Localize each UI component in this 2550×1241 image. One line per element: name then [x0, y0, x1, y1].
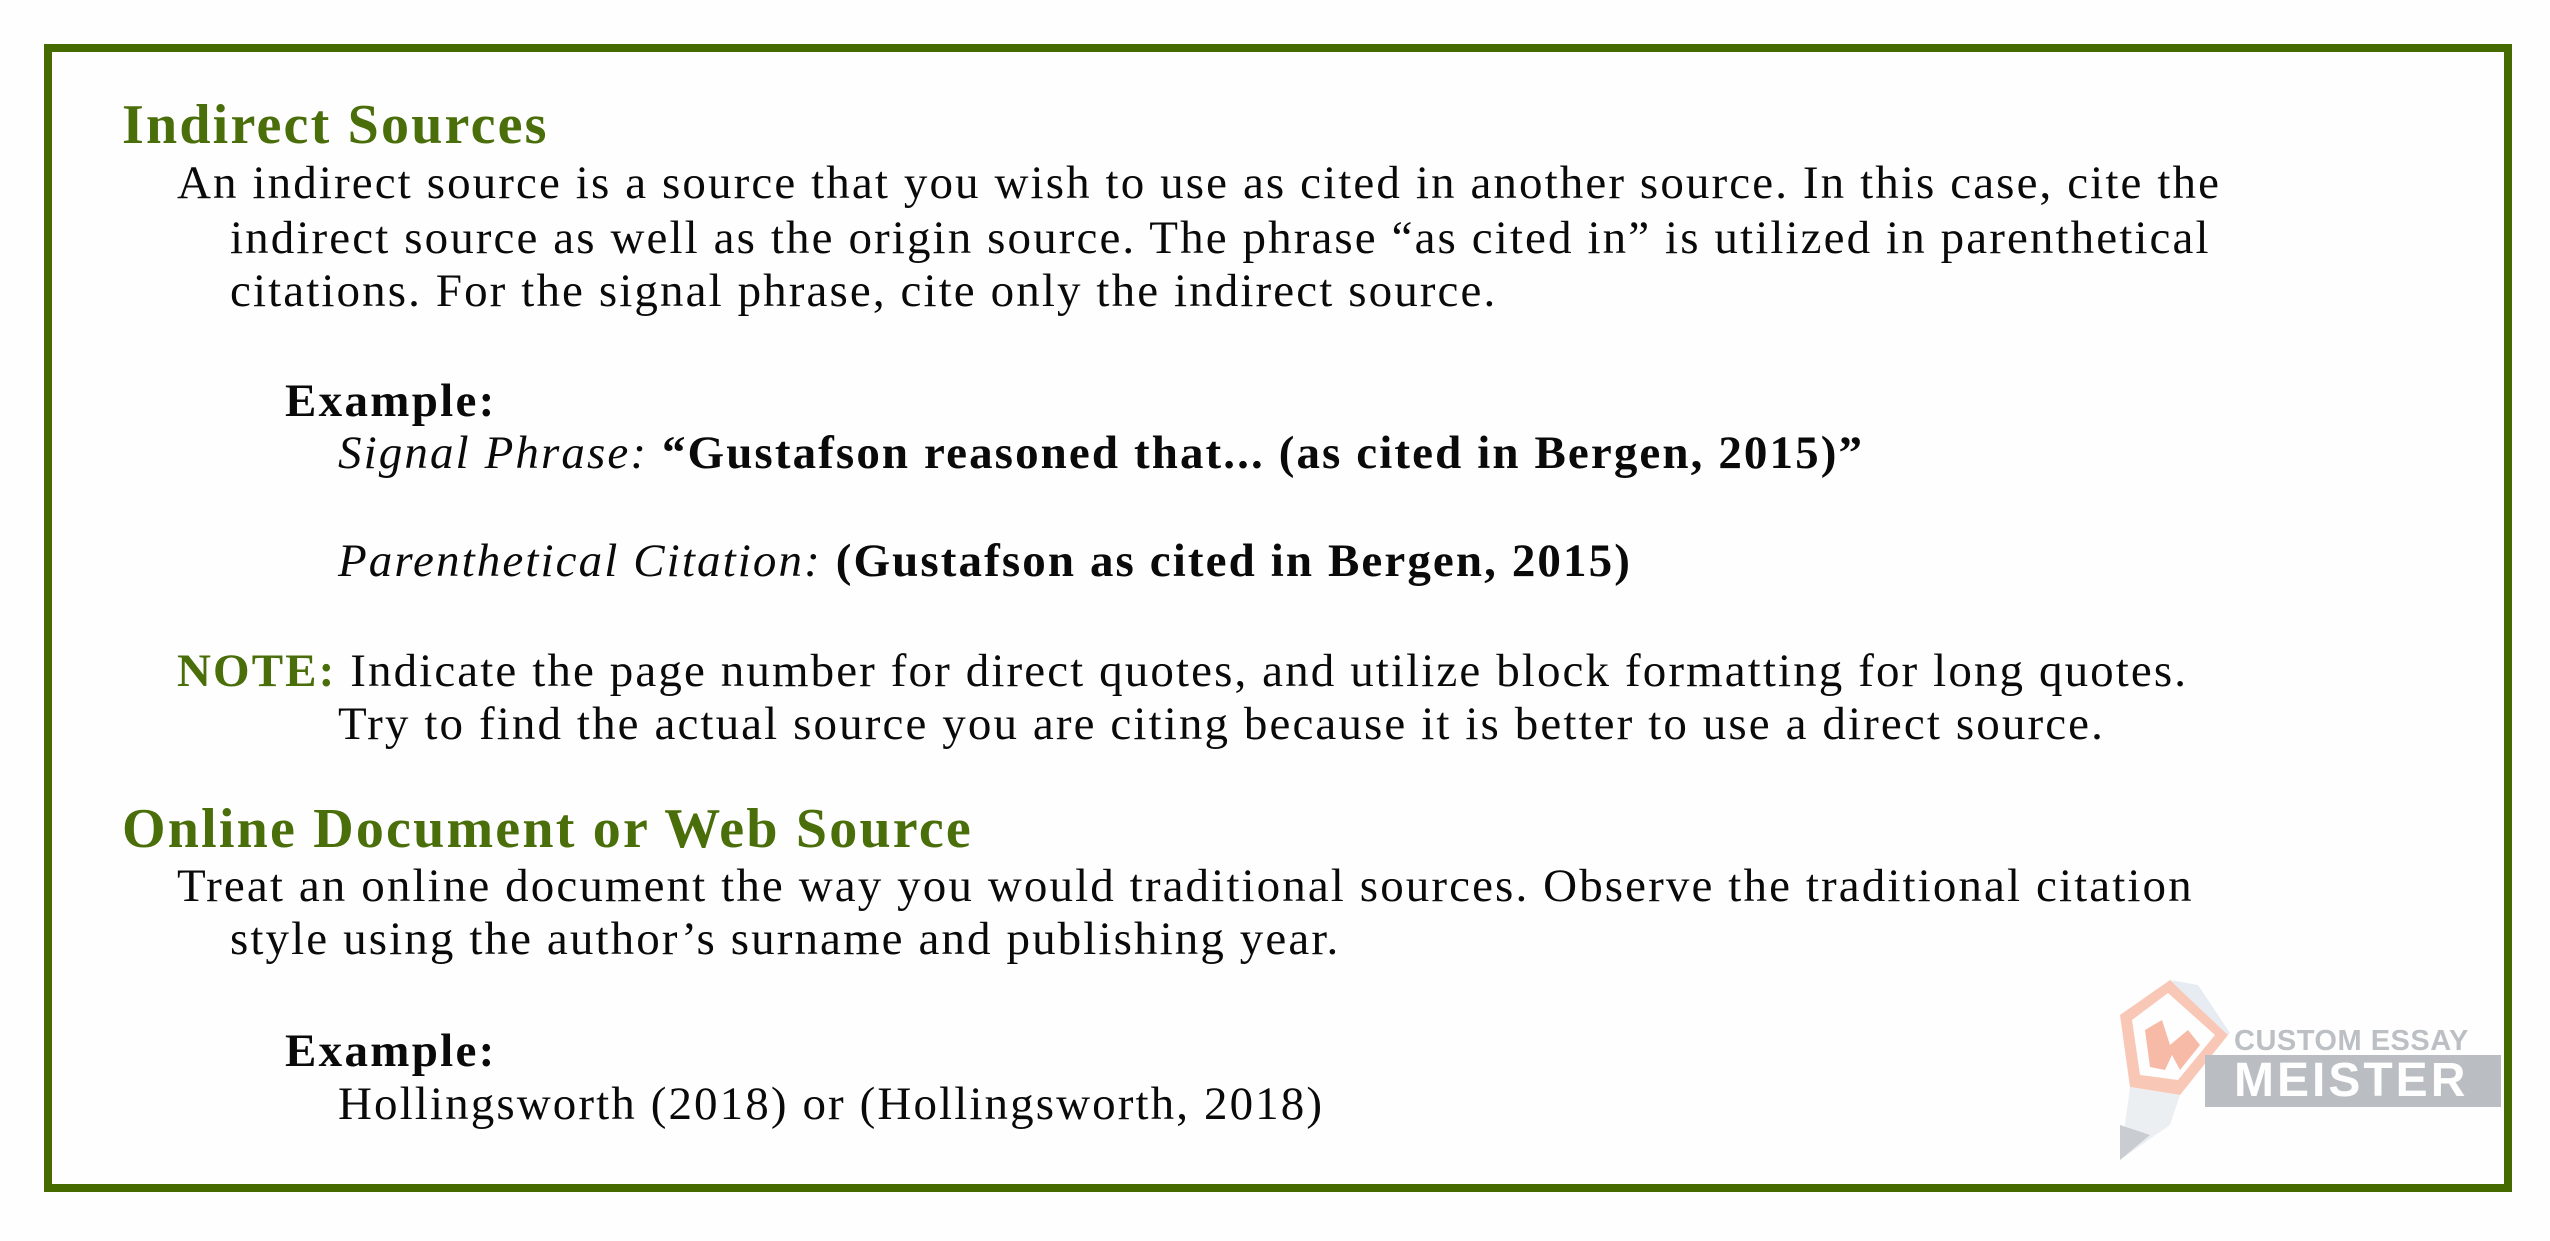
- parenthetical-citation-value: (Gustafson as cited in Bergen, 2015): [835, 535, 1632, 587]
- note-line-1: NOTE: Indicate the page number for direc…: [177, 648, 2188, 695]
- heading-indirect-sources: Indirect Sources: [122, 94, 549, 156]
- online-body-line-2: style using the author’s surname and pub…: [230, 913, 1341, 965]
- note-text-1: Indicate the page number for direct quot…: [350, 645, 2189, 697]
- note-text-2: Try to find the actual source you are ci…: [338, 698, 2105, 750]
- signal-phrase-example: Signal Phrase: “Gustafson reasoned that.…: [338, 430, 1864, 477]
- indirect-body-line-2: indirect source as well as the origin so…: [230, 212, 2211, 264]
- example-label: Example:: [285, 375, 497, 427]
- parenthetical-citation-label: Parenthetical Citation:: [338, 535, 822, 587]
- online-body-line-1: Treat an online document the way you wou…: [177, 860, 2194, 912]
- custom-essay-meister-logo: CUSTOM ESSAY MEISTER: [2110, 975, 2501, 1175]
- example-label-2: Example:: [285, 1025, 497, 1077]
- note-label: NOTE:: [177, 645, 337, 697]
- online-example-value: Hollingsworth (2018) or (Hollingsworth, …: [338, 1078, 1325, 1130]
- parenthetical-citation-example: Parenthetical Citation: (Gustafson as ci…: [338, 538, 1632, 585]
- signal-phrase-label: Signal Phrase:: [338, 427, 649, 479]
- indirect-body-line-3: citations. For the signal phrase, cite o…: [230, 265, 1498, 317]
- heading-online-document: Online Document or Web Source: [122, 798, 973, 860]
- signal-phrase-value: “Gustafson reasoned that... (as cited in…: [661, 427, 1865, 479]
- indirect-body-line-1: An indirect source is a source that you …: [177, 157, 2222, 209]
- logo-main-text: MEISTER: [2234, 1054, 2469, 1107]
